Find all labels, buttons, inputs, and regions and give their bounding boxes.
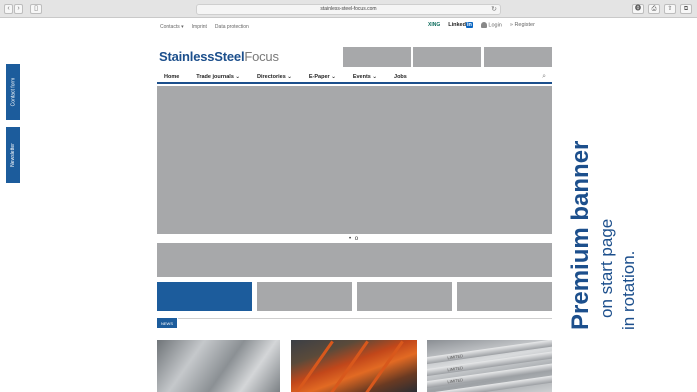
feature-tile-2[interactable] <box>257 282 352 311</box>
forward-button[interactable]: › <box>14 4 23 14</box>
address-bar-text: stainless-steel-focus.com <box>320 6 377 12</box>
premium-banner-slider[interactable] <box>157 86 552 234</box>
share-icon[interactable]: ⇧ <box>664 4 676 14</box>
xing-icon[interactable]: XING <box>428 22 440 28</box>
news-image-steel-pipes[interactable]: LIMITED LIMITED LIMITED <box>427 340 552 392</box>
nav-events[interactable]: Events ⌄ <box>353 74 377 80</box>
address-bar[interactable]: stainless-steel-focus.com ↻ <box>196 4 501 15</box>
browser-toolbar: ‹ › ▯ stainless-steel-focus.com ↻ ⓿ ⎙ ⇧ … <box>0 0 697 18</box>
industrial-strut <box>326 340 369 392</box>
main-nav: Home Trade journals ⌄ Directories ⌄ E-Pa… <box>157 71 552 84</box>
industrial-strut <box>361 340 404 392</box>
user-icon <box>480 22 487 28</box>
newsletter-tab-label: Newsletter <box>10 143 16 167</box>
search-icon[interactable]: ⌕ <box>542 73 546 81</box>
nav-home[interactable]: Home <box>164 74 179 80</box>
logo-part-main: StainlessSteel <box>159 49 245 64</box>
newsletter-tab[interactable]: Newsletter <box>6 127 20 183</box>
callout-line-3: in rotation. <box>619 250 638 330</box>
imprint-link[interactable]: Imprint <box>192 24 207 30</box>
register-link[interactable]: » Register <box>510 22 535 28</box>
reload-icon[interactable]: ↻ <box>491 5 497 14</box>
callout-line-2: on start page <box>597 218 616 318</box>
tabs-icon[interactable]: ⧉ <box>680 4 692 14</box>
header-banner-1[interactable] <box>343 47 411 67</box>
callout-rotated-text: Premium banner on start page in rotation… <box>560 100 680 330</box>
login-label: Login <box>488 22 502 29</box>
extension-icon[interactable]: ⓿ <box>632 4 644 14</box>
back-button[interactable]: ‹ <box>4 4 13 14</box>
account-area: XING Linkedin Login » Register <box>428 22 535 28</box>
premium-banner-callout: Premium banner on start page in rotation… <box>560 100 680 330</box>
feature-tile-3[interactable] <box>357 282 452 311</box>
print-icon[interactable]: ⎙ <box>648 4 660 14</box>
header-banner-3[interactable] <box>484 47 552 67</box>
callout-title: Premium banner <box>567 140 594 330</box>
sidebar-toggle-icon[interactable]: ▯ <box>30 4 42 14</box>
feature-tile-4[interactable] <box>457 282 552 311</box>
site-logo[interactable]: StainlessSteelFocus <box>159 49 279 64</box>
nav-e-paper[interactable]: E-Paper ⌄ <box>309 74 336 80</box>
utility-links: Contacts ▾ Imprint Data protection <box>160 24 249 30</box>
linkedin-text: Linked <box>448 22 466 29</box>
news-image-steel-sheet[interactable] <box>157 340 280 392</box>
news-badge[interactable]: NEWS <box>157 318 177 328</box>
linkedin-in-badge: in <box>465 22 473 29</box>
contacts-link[interactable]: Contacts ▾ <box>160 24 184 30</box>
news-image-industrial[interactable] <box>291 340 417 392</box>
news-divider <box>178 318 552 319</box>
nav-jobs[interactable]: Jobs <box>394 74 407 80</box>
slider-dots[interactable]: • o <box>349 236 359 242</box>
wide-banner[interactable] <box>157 243 552 277</box>
nav-trade-journals[interactable]: Trade journals ⌄ <box>196 74 240 80</box>
header-banner-2[interactable] <box>413 47 481 67</box>
logo-part-focus: Focus <box>244 49 279 64</box>
contact-form-tab[interactable]: Contact form <box>6 64 20 120</box>
linkedin-icon[interactable]: Linkedin <box>448 22 473 29</box>
contact-form-tab-label: Contact form <box>10 77 16 107</box>
industrial-strut <box>291 340 334 392</box>
nav-directories[interactable]: Directories ⌄ <box>257 74 292 80</box>
feature-tile-1[interactable] <box>157 282 252 311</box>
data-protection-link[interactable]: Data protection <box>215 24 249 30</box>
login-link[interactable]: Login <box>480 22 502 29</box>
